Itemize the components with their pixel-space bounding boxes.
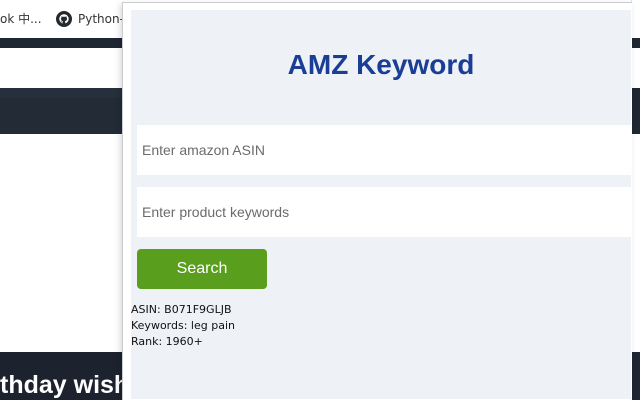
popup-title: AMZ Keyword (287, 49, 475, 80)
bookmark-label: Python- (78, 12, 124, 26)
github-icon (56, 11, 72, 27)
asin-input[interactable] (137, 125, 631, 175)
popup-panel: AMZ Keyword Search ASIN: B071F9GLJB Keyw… (131, 10, 631, 399)
page-right-edge-dark (632, 352, 640, 400)
page-banner-heading: thday wish (0, 371, 130, 399)
results-panel: ASIN: B071F9GLJB Keywords: leg pain Rank… (131, 302, 235, 350)
search-button[interactable]: Search (137, 249, 267, 289)
screen: ok 中... Python- thday wish AMZ Keyword S… (0, 0, 640, 400)
page-right-edge-dark (632, 38, 640, 48)
keywords-input[interactable] (137, 187, 631, 237)
bookmark-item-python[interactable]: Python- (56, 11, 124, 27)
extension-popup: AMZ Keyword Search ASIN: B071F9GLJB Keyw… (122, 2, 632, 400)
result-rank: Rank: 1960+ (131, 335, 203, 348)
bookmark-item[interactable]: ok 中... (0, 11, 42, 27)
result-asin: ASIN: B071F9GLJB (131, 303, 232, 316)
page-right-edge-dark (632, 88, 640, 134)
page-right-edge (632, 0, 640, 400)
result-keywords: Keywords: leg pain (131, 319, 235, 332)
